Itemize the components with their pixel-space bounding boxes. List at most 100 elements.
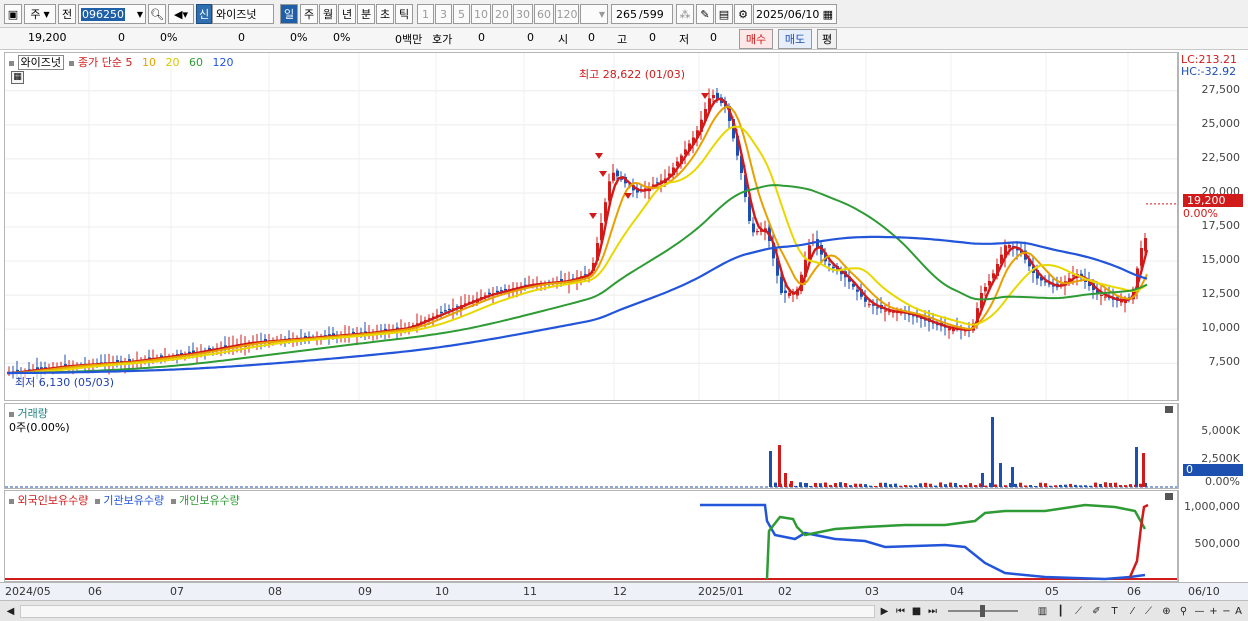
volume-bar bbox=[794, 485, 797, 487]
scroll-left-icon[interactable]: ◀ bbox=[3, 604, 18, 619]
volume-tick: 5,000K bbox=[1201, 424, 1240, 437]
volume-bar bbox=[869, 485, 872, 487]
stock-name: 와이즈넛 bbox=[216, 8, 257, 21]
tab-minute[interactable]: 분 bbox=[357, 4, 375, 24]
interval-select[interactable]: ▼ bbox=[580, 4, 608, 24]
tab-month[interactable]: 월 bbox=[319, 4, 337, 24]
tab-week[interactable]: 주 bbox=[300, 4, 318, 24]
legend-individual[interactable]: 개인보유수량 bbox=[179, 494, 240, 507]
price-tick: 17,500 bbox=[1201, 219, 1241, 232]
stop-icon[interactable]: ■ bbox=[909, 604, 924, 619]
volume-bar bbox=[1089, 485, 1092, 487]
code-input[interactable]: 096250 ▼ bbox=[78, 4, 146, 24]
draw-icon[interactable]: ⁄ bbox=[1125, 604, 1140, 619]
search-icon[interactable]: 🔍︎ bbox=[148, 4, 166, 24]
period-label: 주 bbox=[30, 8, 41, 21]
legend-institution[interactable]: 기관보유수량 bbox=[103, 494, 164, 507]
legend-stock-name[interactable]: 와이즈넛 bbox=[17, 55, 64, 70]
legend-ma-label[interactable]: 종가 단순 bbox=[78, 56, 122, 69]
window-menu-icon[interactable]: ▣ bbox=[4, 4, 22, 24]
save-icon[interactable]: ▤ bbox=[715, 4, 733, 24]
price-chart[interactable] bbox=[5, 53, 1177, 400]
price-y-axis[interactable]: LC:213.21 HC:-32.92 27,500 25,000 22,500 20… bbox=[1178, 52, 1248, 401]
pencil-icon[interactable]: ✐ bbox=[1089, 604, 1104, 619]
tab-year[interactable]: 년 bbox=[338, 4, 356, 24]
hand-icon[interactable]: ⊕ bbox=[1159, 604, 1174, 619]
x-axis[interactable]: 2024/05 06 07 08 09 10 11 12 2025/01 02 … bbox=[0, 582, 1248, 600]
interval-10[interactable]: 10 bbox=[471, 4, 491, 24]
bar-chart-icon[interactable]: ▥ bbox=[1035, 604, 1050, 619]
gear-icon[interactable]: ⚙ bbox=[734, 4, 752, 24]
legend-ma-20[interactable]: 20 bbox=[165, 56, 179, 69]
price-tick: 27,500 bbox=[1201, 82, 1241, 96]
volume-y-axis[interactable]: 5,000K 2,500K 0 0.00% bbox=[1178, 403, 1248, 489]
prev-button[interactable]: 전 bbox=[58, 4, 76, 24]
buy-button[interactable]: 매수 bbox=[739, 29, 773, 49]
volume-bar bbox=[790, 481, 793, 487]
legend-ma-120[interactable]: 120 bbox=[212, 56, 233, 69]
candle-icon[interactable]: ┃ bbox=[1053, 604, 1068, 619]
interval-label: 60 bbox=[537, 7, 551, 21]
zoom-out-icon[interactable]: — bbox=[1192, 604, 1207, 619]
font-size-icon[interactable]: A bbox=[1231, 604, 1246, 619]
volume-bar bbox=[1109, 482, 1112, 487]
interval-30[interactable]: 30 bbox=[513, 4, 533, 24]
interval-3[interactable]: 3 bbox=[435, 4, 452, 24]
interval-60[interactable]: 60 bbox=[534, 4, 554, 24]
forward-icon[interactable]: ⏭ bbox=[925, 604, 940, 619]
scroll-track[interactable] bbox=[20, 605, 875, 618]
volume-bar bbox=[884, 482, 887, 487]
legend-ma-60[interactable]: 60 bbox=[189, 56, 203, 69]
tab-second[interactable]: 초 bbox=[376, 4, 394, 24]
stock-name-field[interactable]: 와이즈넛 bbox=[212, 4, 274, 24]
period-select[interactable]: 주 ▼ bbox=[24, 4, 56, 24]
interval-120[interactable]: 120 bbox=[555, 4, 579, 24]
interval-1[interactable]: 1 bbox=[417, 4, 434, 24]
scroll-right-icon[interactable]: ▶ bbox=[877, 604, 892, 619]
holdings-panel[interactable]: 외국인보유수량 기관보유수량 개인보유수량 bbox=[4, 490, 1178, 582]
x-tick: 07 bbox=[170, 585, 184, 598]
price-tick: 25,000 bbox=[1201, 116, 1241, 130]
legend-foreign[interactable]: 외국인보유수량 bbox=[18, 494, 89, 507]
date-input[interactable]: 2025/06/10 ▦ bbox=[753, 4, 837, 24]
signal-arrow bbox=[589, 213, 597, 219]
x-tick: 05 bbox=[1045, 585, 1059, 598]
sell-button[interactable]: 매도 bbox=[778, 29, 812, 49]
interval-5[interactable]: 5 bbox=[453, 4, 470, 24]
holdings-tick: 1,000,000 bbox=[1184, 500, 1240, 513]
volume-bar bbox=[814, 482, 817, 487]
line-chart-icon[interactable]: ⟋ bbox=[1071, 604, 1086, 619]
tab-day[interactable]: 일 bbox=[280, 4, 298, 24]
interval-label: 3 bbox=[440, 7, 447, 21]
text-icon[interactable]: T bbox=[1107, 604, 1122, 619]
volume-chart[interactable] bbox=[5, 404, 1177, 488]
volume-bar bbox=[839, 482, 842, 487]
volume-bar bbox=[1135, 447, 1138, 487]
count-total: /599 bbox=[639, 7, 664, 21]
volume-panel[interactable]: 거래량 0주(0.00%) bbox=[4, 403, 1178, 489]
zoom-slider-handle[interactable] bbox=[980, 605, 985, 617]
panel-menu-icon[interactable] bbox=[1165, 406, 1173, 413]
interval-20[interactable]: 20 bbox=[492, 4, 512, 24]
tab-tick[interactable]: 틱 bbox=[395, 4, 413, 24]
tab-tick-label: 틱 bbox=[398, 8, 410, 21]
panel-menu-icon[interactable] bbox=[1165, 493, 1173, 500]
speaker-icon[interactable]: ◀▾ bbox=[168, 4, 194, 24]
volume-bar bbox=[829, 484, 832, 487]
grid-icon[interactable]: ⁂ bbox=[676, 4, 694, 24]
table-icon[interactable]: ▦ bbox=[11, 71, 24, 84]
count-field[interactable]: 265/599 bbox=[611, 4, 673, 24]
price-panel[interactable]: 와이즈넛 종가 단순 5 10 20 60 120 ▦ 최고 28,622 (0… bbox=[4, 52, 1178, 401]
legend-ma-5[interactable]: 5 bbox=[125, 56, 132, 69]
volume-bar bbox=[1084, 485, 1087, 487]
scroll-bar[interactable]: ◀ ▶ ⏮ ■ ⏭ ▥ ┃ ⟋ ✐ T ⁄ ⟋ ⊕ ⚲ — + − A bbox=[0, 600, 1248, 621]
magnify-icon[interactable]: ⚲ bbox=[1176, 604, 1191, 619]
volume-bar bbox=[1114, 482, 1117, 487]
legend-ma-10[interactable]: 10 bbox=[142, 56, 156, 69]
volume-bar bbox=[959, 485, 962, 487]
eval-button[interactable]: 평 bbox=[817, 29, 837, 49]
holdings-y-axis[interactable]: 1,000,000 500,000 bbox=[1178, 490, 1248, 582]
draw-line-icon[interactable]: ✎ bbox=[696, 4, 714, 24]
fib-icon[interactable]: ⟋ bbox=[1141, 604, 1156, 619]
rewind-icon[interactable]: ⏮ bbox=[893, 604, 908, 619]
